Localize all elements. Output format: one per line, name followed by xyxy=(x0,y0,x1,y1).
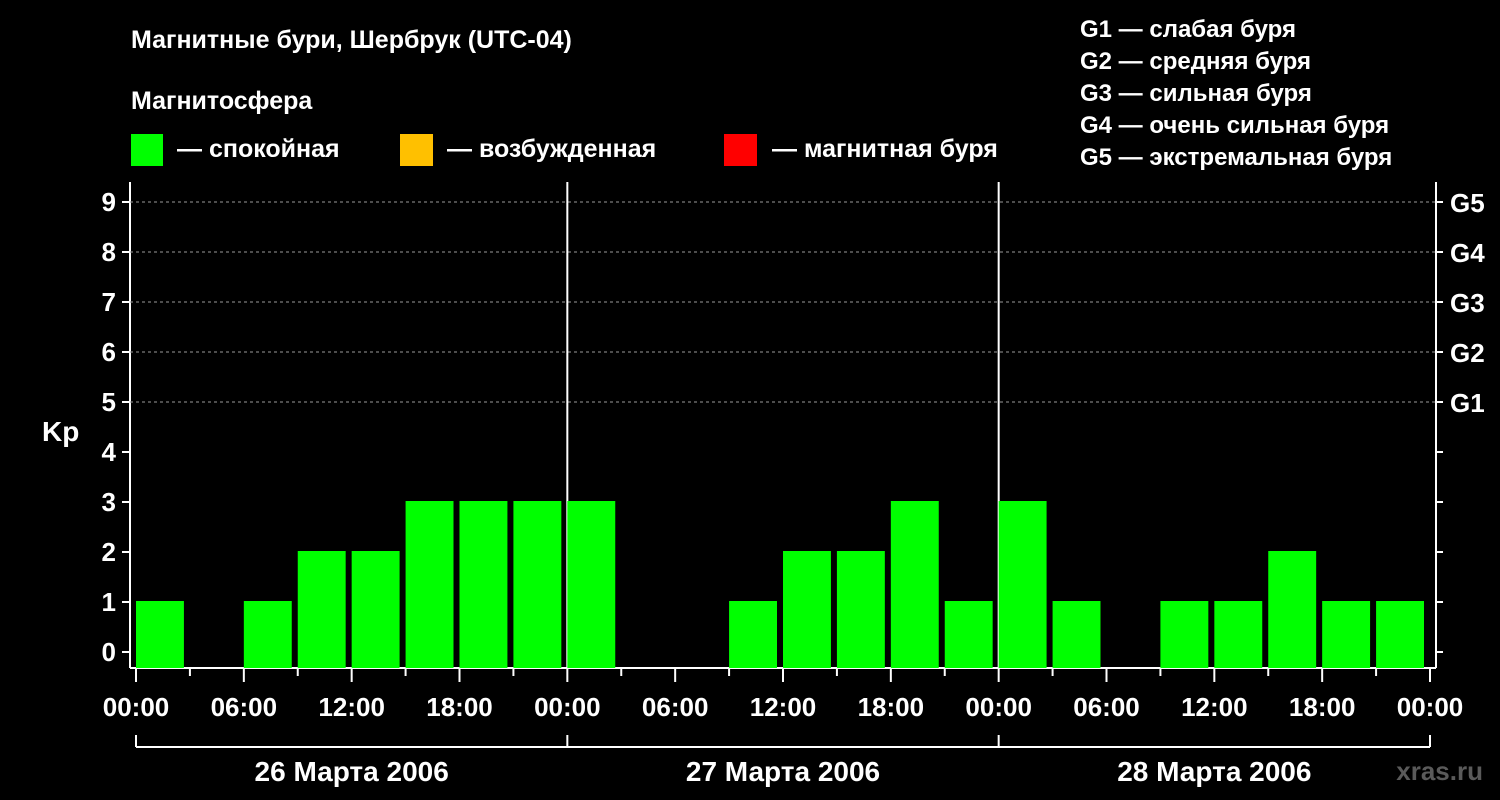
g-level-label-g3: G3 xyxy=(1450,288,1485,318)
x-tick-label: 00:00 xyxy=(534,692,601,722)
g-level-label-g4: G4 xyxy=(1450,238,1485,268)
day-label: 28 Марта 2006 xyxy=(1117,756,1311,787)
y-tick-label: 2 xyxy=(102,537,116,567)
kp-bar xyxy=(1160,601,1209,668)
x-tick-label: 18:00 xyxy=(1289,692,1356,722)
kp-bar xyxy=(998,501,1047,668)
kp-bar xyxy=(836,551,885,668)
x-tick-label: 06:00 xyxy=(1073,692,1140,722)
y-tick-label: 0 xyxy=(102,637,116,667)
legend-heading: Магнитосфера xyxy=(131,87,313,115)
kp-bar xyxy=(351,551,400,668)
kp-bar xyxy=(567,501,616,668)
legend-label-quiet: — спокойная xyxy=(177,135,340,163)
legend-label-storm: — магнитная буря xyxy=(772,135,998,163)
kp-bar xyxy=(297,551,346,668)
g-scale-g2: G2 — средняя буря xyxy=(1080,48,1311,75)
kp-bar xyxy=(1322,601,1371,668)
x-tick-label: 12:00 xyxy=(1181,692,1248,722)
g-scale-g1: G1 — слабая буря xyxy=(1080,16,1296,43)
y-tick-label: 6 xyxy=(102,337,116,367)
kp-chart: Магнитные бури, Шербрук (UTC-04) Магнито… xyxy=(42,16,1485,787)
x-tick-label: 06:00 xyxy=(211,692,278,722)
x-tick-label: 00:00 xyxy=(965,692,1032,722)
kp-bar xyxy=(136,601,184,668)
legend-swatch-active xyxy=(400,134,433,166)
x-tick-label: 00:00 xyxy=(103,692,170,722)
x-tick-label: 18:00 xyxy=(858,692,925,722)
kp-bar xyxy=(459,501,508,668)
kp-bar xyxy=(243,601,292,668)
y-tick-label: 9 xyxy=(102,187,116,217)
y-tick-label: 5 xyxy=(102,387,116,417)
g-scale-g5: G5 — экстремальная буря xyxy=(1080,144,1392,171)
plot-area: G1 G2 G3 G4 G5 0 1 2 3 4 5 6 7 8 9 00:00 06:00 12:00 18:00… xyxy=(102,182,1485,787)
kp-bar xyxy=(513,501,562,668)
y-tick-label: 4 xyxy=(102,437,117,467)
kp-bar xyxy=(1376,601,1424,668)
chart-title: Магнитные бури, Шербрук (UTC-04) xyxy=(131,26,572,54)
kp-bar xyxy=(1268,551,1317,668)
y-tick-label: 3 xyxy=(102,487,116,517)
g-scale-g3: G3 — сильная буря xyxy=(1080,80,1312,107)
watermark: xras.ru xyxy=(1396,756,1483,786)
kp-bar xyxy=(783,551,831,668)
y-axis-label: Kp xyxy=(42,416,79,447)
kp-bar xyxy=(1214,601,1263,668)
kp-bar xyxy=(729,601,777,668)
y-tick-label: 7 xyxy=(102,287,116,317)
y-tick-label: 8 xyxy=(102,237,116,267)
kp-bar xyxy=(890,501,939,668)
day-label: 26 Марта 2006 xyxy=(255,756,449,787)
x-tick-label: 12:00 xyxy=(750,692,817,722)
x-tick-label: 18:00 xyxy=(426,692,493,722)
g-scale-g4: G4 — очень сильная буря xyxy=(1080,112,1389,139)
x-tick-label: 00:00 xyxy=(1397,692,1464,722)
y-tick-label: 1 xyxy=(102,587,116,617)
x-tick-label: 12:00 xyxy=(318,692,385,722)
kp-bar xyxy=(1052,601,1101,668)
g-level-label-g2: G2 xyxy=(1450,338,1485,368)
legend-swatch-quiet xyxy=(131,134,163,166)
kp-bar xyxy=(944,601,993,668)
legend-label-active: — возбужденная xyxy=(447,135,656,163)
x-tick-label: 06:00 xyxy=(642,692,709,722)
legend-swatch-storm xyxy=(724,134,757,166)
g-level-label-g5: G5 xyxy=(1450,188,1485,218)
day-label: 27 Марта 2006 xyxy=(686,756,880,787)
g-level-label-g1: G1 xyxy=(1450,388,1485,418)
kp-bar xyxy=(405,501,454,668)
